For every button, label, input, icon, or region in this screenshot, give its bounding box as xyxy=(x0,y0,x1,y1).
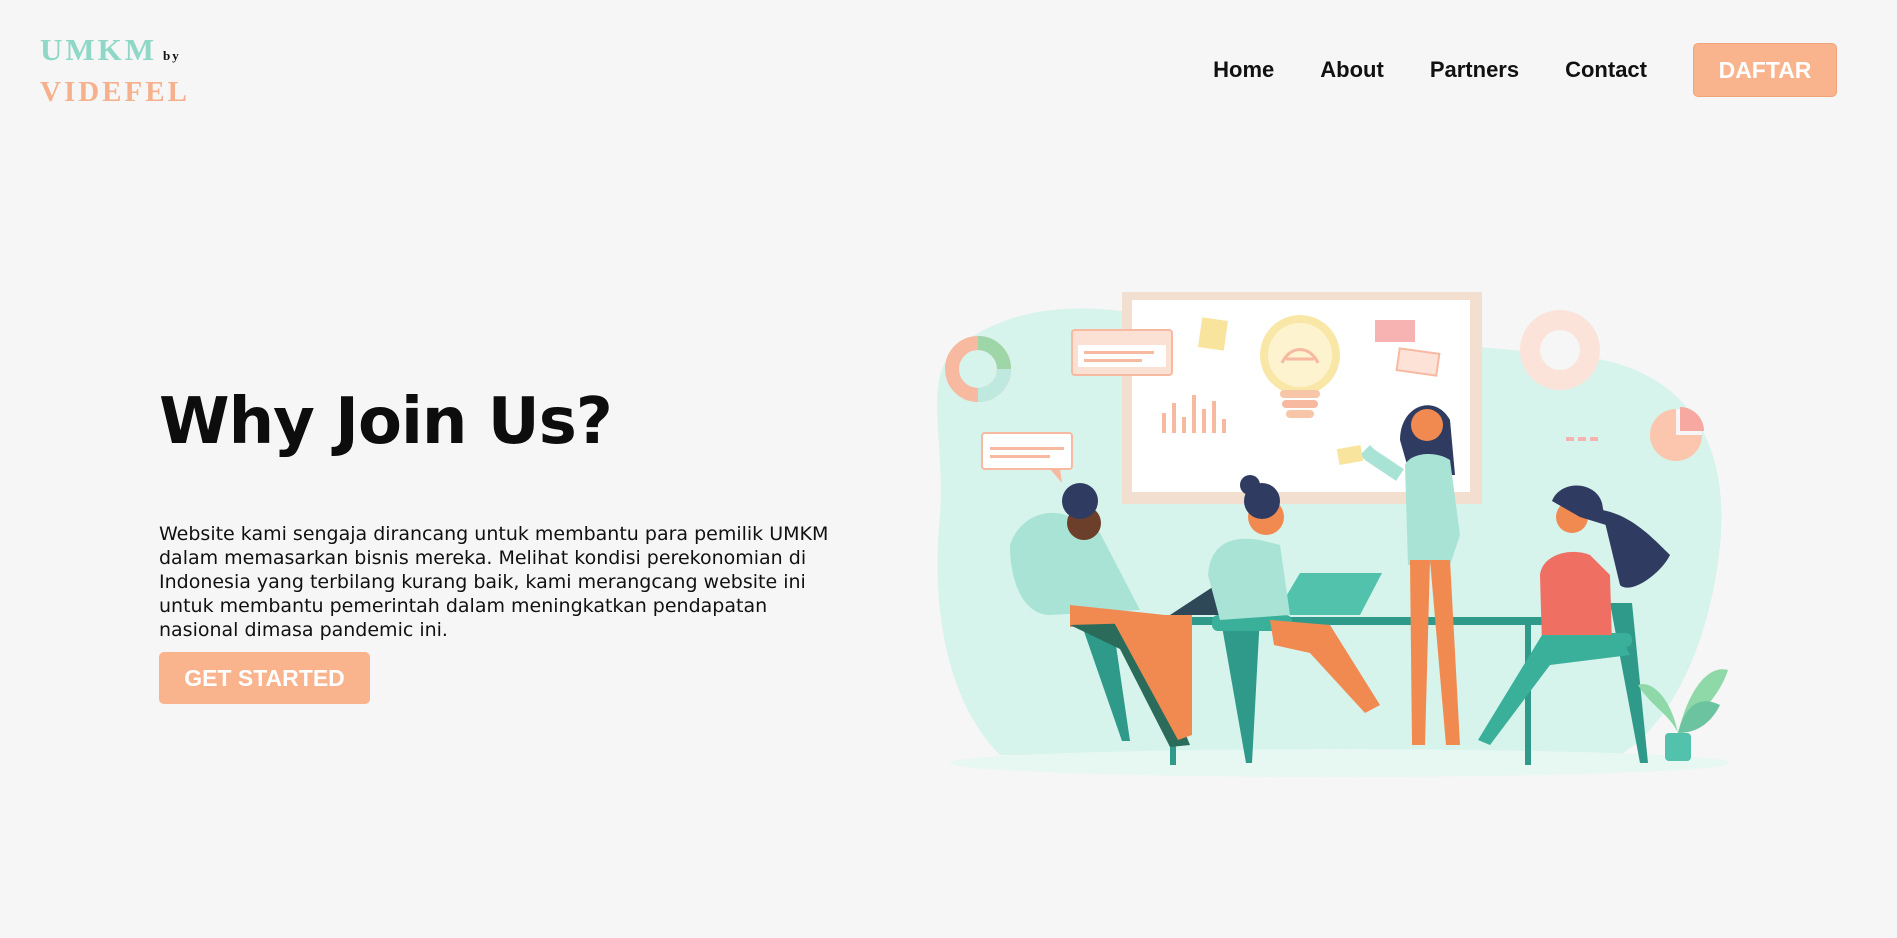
hero-description: Website kami sengaja dirancang untuk mem… xyxy=(159,523,829,641)
brand-logo[interactable]: UMKM by VIDEFEL xyxy=(40,32,190,115)
logo-by-text: by xyxy=(163,48,181,64)
team-meeting-illustration xyxy=(937,292,1730,777)
logo-videfel-text: VIDEFEL xyxy=(40,76,190,109)
nav-about[interactable]: About xyxy=(1320,57,1384,83)
hero-title: Why Join Us? xyxy=(159,385,613,459)
main-nav: Home About Partners Contact DAFTAR xyxy=(1213,43,1837,97)
daftar-button[interactable]: DAFTAR xyxy=(1693,43,1837,97)
logo-umkm-text: UMKM xyxy=(40,32,158,67)
nav-partners[interactable]: Partners xyxy=(1430,57,1519,83)
nav-contact[interactable]: Contact xyxy=(1565,57,1647,83)
get-started-button[interactable]: GET STARTED xyxy=(159,652,370,704)
nav-home[interactable]: Home xyxy=(1213,57,1274,83)
